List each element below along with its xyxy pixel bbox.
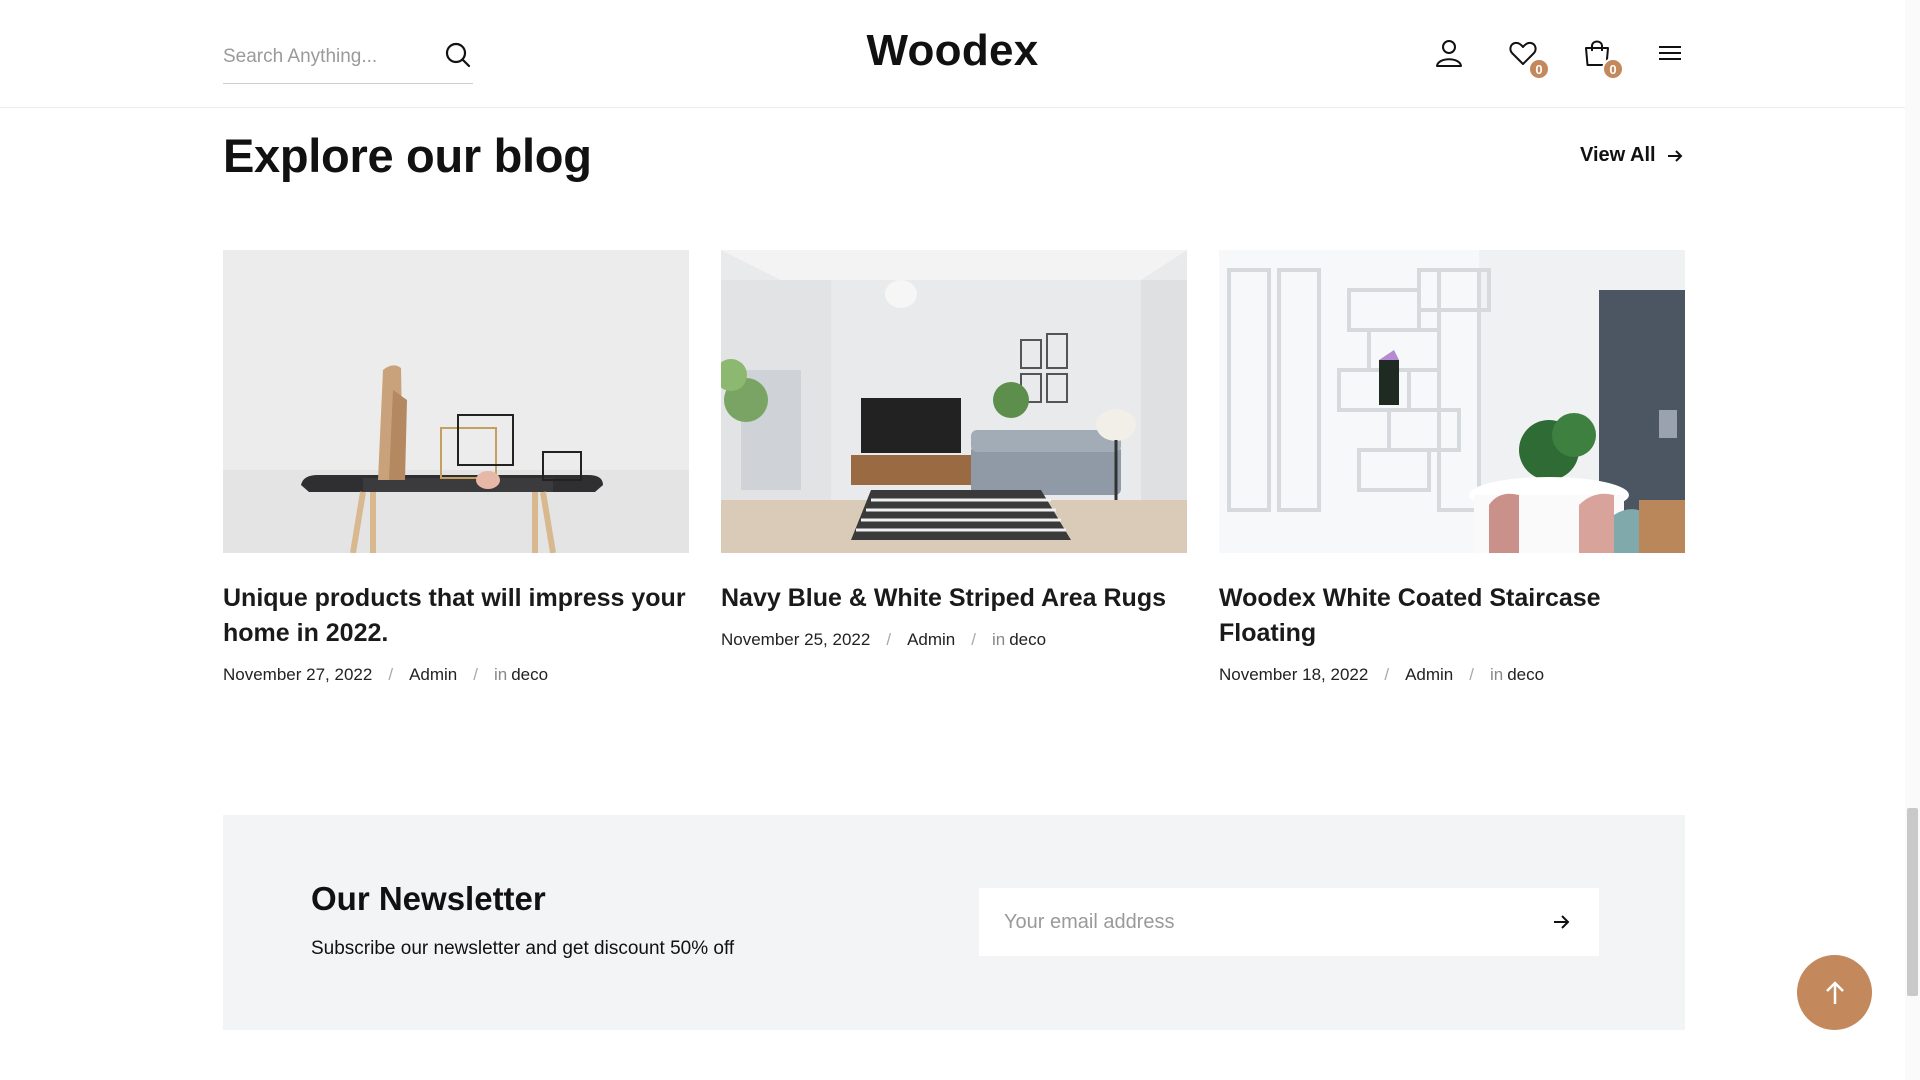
arrow-right-icon [1667, 149, 1683, 162]
view-all-label: View All [1580, 144, 1656, 166]
meta-separator: / [886, 630, 892, 649]
post-date: November 27, 2022 [223, 665, 373, 684]
user-icon[interactable] [1432, 36, 1466, 70]
blog-post-meta: November 27, 2022 / Admin / in deco [223, 665, 689, 685]
newsletter-title: Our Newsletter [311, 880, 546, 917]
blog-section-title: Explore our blog [223, 129, 592, 182]
meta-separator: / [473, 665, 478, 684]
arrow-up-icon [1825, 980, 1844, 1004]
post-category[interactable]: deco [1507, 665, 1544, 685]
post-category[interactable]: deco [511, 665, 548, 685]
meta-separator: / [1384, 665, 1390, 684]
newsletter-subtitle: Subscribe our newsletter and get discoun… [311, 938, 735, 959]
post-category[interactable]: deco [1009, 630, 1046, 650]
view-all-link[interactable]: View All [1580, 144, 1684, 167]
blog-card: Woodex White Coated Staircase Floating N… [1219, 250, 1685, 685]
menu-icon[interactable] [1653, 36, 1687, 70]
blog-card: Unique products that will impress your h… [223, 250, 689, 685]
post-date: November 18, 2022 [1219, 665, 1369, 684]
newsletter-form [979, 888, 1599, 956]
category-prefix: in [493, 665, 508, 684]
post-author[interactable]: Admin [907, 630, 955, 650]
blog-post-image[interactable] [721, 250, 1187, 553]
meta-separator: / [971, 630, 976, 649]
cart-button[interactable]: 0 [1580, 36, 1624, 80]
blog-post-image[interactable] [1219, 250, 1685, 553]
post-author[interactable]: Admin [409, 665, 457, 685]
blog-card: Navy Blue & White Striped Area Rugs Nove… [721, 250, 1187, 650]
wishlist-button[interactable]: 0 [1506, 36, 1550, 80]
newsletter-section: Our Newsletter Subscribe our newsletter … [223, 815, 1685, 1030]
page-scrollbar[interactable] [1905, 0, 1920, 1080]
post-date: November 25, 2022 [721, 630, 871, 649]
arrow-right-icon [1554, 915, 1570, 929]
site-header: Woodex 0 0 [0, 0, 1905, 108]
blog-post-image[interactable] [223, 250, 689, 553]
blog-post-title[interactable]: Unique products that will impress your h… [223, 581, 689, 651]
post-author[interactable]: Admin [1405, 665, 1453, 685]
scrollbar-thumb[interactable] [1907, 808, 1918, 996]
blog-post-title[interactable]: Navy Blue & White Striped Area Rugs [721, 581, 1187, 616]
meta-separator: / [388, 665, 394, 684]
meta-separator: / [1469, 665, 1474, 684]
cart-count-badge: 0 [1602, 58, 1624, 80]
category-prefix: in [991, 630, 1006, 649]
category-prefix: in [1489, 665, 1504, 684]
newsletter-submit-button[interactable] [1549, 910, 1573, 934]
blog-post-title[interactable]: Woodex White Coated Staircase Floating [1219, 581, 1685, 651]
blog-post-meta: November 18, 2022 / Admin / in deco [1219, 665, 1685, 685]
wishlist-count-badge: 0 [1528, 58, 1550, 80]
back-to-top-button[interactable] [1797, 955, 1872, 1030]
email-field[interactable] [1004, 910, 1524, 934]
blog-post-meta: November 25, 2022 / Admin / in deco [721, 630, 1187, 650]
